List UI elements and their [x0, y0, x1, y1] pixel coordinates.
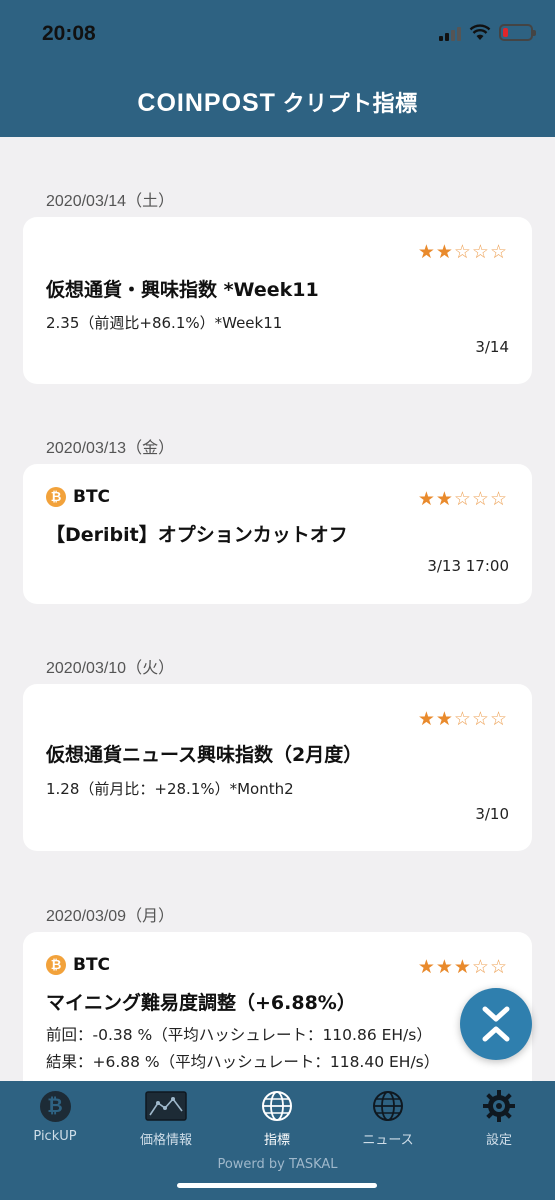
importance-stars: ★★★☆☆: [417, 956, 508, 978]
globe-icon: [262, 1091, 292, 1121]
section-date: 2020/03/14（土）: [46, 193, 175, 210]
section-date: 2020/03/13（金）: [46, 440, 175, 457]
tab-pickup[interactable]: ₿ PickUP: [5, 1089, 105, 1144]
importance-stars: ★★☆☆☆: [417, 708, 508, 730]
tab-indicators[interactable]: 指標: [227, 1089, 327, 1148]
card-subtitle: 2.35（前週比+86.1%）*Week11: [46, 314, 283, 332]
tab-label: 価格情報: [139, 1133, 192, 1148]
bitcoin-icon: ₿: [39, 1090, 71, 1122]
tab-settings[interactable]: 設定: [449, 1089, 549, 1148]
home-indicator[interactable]: [177, 1183, 377, 1188]
importance-stars: ★★☆☆☆: [417, 488, 508, 510]
tab-label: PickUP: [33, 1129, 77, 1144]
cellular-signal-icon: [439, 25, 461, 41]
app-title: COINPOST クリプト指標: [0, 86, 555, 118]
bitcoin-icon: ₿: [46, 955, 66, 975]
tab-label: 設定: [485, 1133, 512, 1148]
gear-icon: [483, 1090, 515, 1122]
app-header: 20:08 COINPOST クリプト指標: [0, 0, 555, 137]
status-icons: [439, 24, 536, 41]
brand-logo: COINPOST: [137, 89, 276, 117]
card-line-result: 結果：+6.88 %（平均ハッシュレート：118.40 EH/s）: [46, 1053, 440, 1071]
indicator-card[interactable]: ★★☆☆☆ 仮想通貨・興味指数 *Week11 2.35（前週比+86.1%）*…: [23, 217, 532, 384]
card-date: 3/14: [475, 338, 509, 356]
card-line-previous: 前回：-0.38 %（平均ハッシュレート：110.86 EH/s）: [46, 1026, 432, 1044]
wifi-icon: [469, 24, 491, 40]
globe-icon: [373, 1091, 403, 1121]
chart-icon: [145, 1091, 187, 1121]
coin-tag: ₿ BTC: [46, 955, 110, 975]
card-title: 仮想通貨・興味指数 *Week11: [46, 279, 319, 301]
scroll-toggle-button[interactable]: [460, 988, 532, 1060]
card-title: 仮想通貨ニュース興味指数（2月度）: [46, 744, 363, 766]
coin-label: BTC: [73, 955, 111, 975]
coin-label: BTC: [73, 487, 111, 507]
card-subtitle: 1.28（前月比：+28.1%）*Month2: [46, 780, 294, 798]
card-date: 3/13 17:00: [427, 557, 509, 575]
bitcoin-icon: ₿: [46, 487, 66, 507]
powered-by-label: Powerd by TASKAL: [217, 1157, 338, 1172]
section-date: 2020/03/10（火）: [46, 660, 175, 677]
tab-label: 指標: [263, 1133, 290, 1148]
card-date: 3/10: [475, 805, 509, 823]
section-date: 2020/03/09（月）: [46, 908, 175, 925]
tab-price-info[interactable]: 価格情報: [116, 1089, 216, 1148]
status-time: 20:08: [42, 22, 96, 45]
importance-stars: ★★☆☆☆: [417, 241, 508, 263]
collapse-chevrons-icon: [482, 1006, 510, 1042]
indicator-card[interactable]: ₿ BTC ★★☆☆☆ 【Deribit】オプションカットオフ 3/13 17:…: [23, 464, 532, 604]
title-suffix: クリプト指標: [282, 91, 418, 116]
tab-news[interactable]: ニュース: [338, 1089, 438, 1148]
coin-tag: ₿ BTC: [46, 487, 110, 507]
battery-icon: [499, 24, 536, 41]
indicator-card[interactable]: ★★☆☆☆ 仮想通貨ニュース興味指数（2月度） 1.28（前月比：+28.1%）…: [23, 684, 532, 851]
tab-label: ニュース: [362, 1133, 414, 1148]
card-title: 【Deribit】オプションカットオフ: [46, 524, 348, 546]
card-title: マイニング難易度調整（+6.88%）: [46, 992, 356, 1014]
